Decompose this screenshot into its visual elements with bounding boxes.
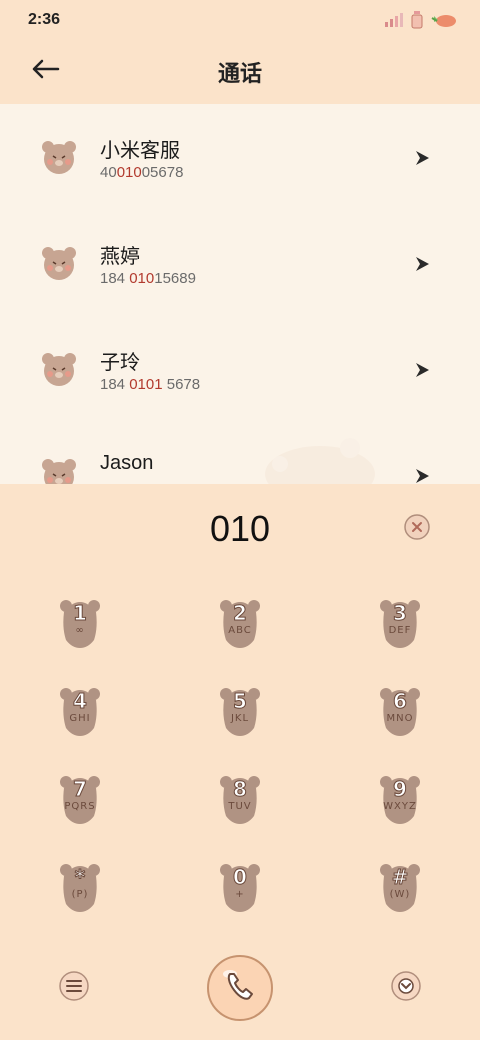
menu-icon bbox=[59, 971, 89, 1001]
number-prefix: 184 bbox=[100, 376, 130, 393]
dial-key-9[interactable]: 9 WXYZ bbox=[378, 774, 422, 826]
key-letters: PQRS bbox=[64, 801, 96, 812]
dial-key-6[interactable]: 6 MNO bbox=[378, 686, 422, 738]
app-header: 通话 bbox=[0, 40, 480, 104]
key-letters: GHI bbox=[69, 713, 91, 724]
menu-button[interactable] bbox=[58, 970, 90, 1002]
number-suffix: 05678 bbox=[141, 164, 184, 181]
wifi-icon bbox=[410, 11, 424, 33]
key-digit: 2 bbox=[233, 601, 248, 626]
dial-panel: 010 1 ∞ 2 ABC 3 DEF 4 GHI 5 JKL 6 MNO 7 PQRS 8 TUV 9 WXYZ… bbox=[0, 484, 480, 1040]
status-time: 2:36 bbox=[28, 11, 61, 28]
key-digit: 0 bbox=[233, 865, 248, 890]
key-letters: WXYZ bbox=[383, 801, 417, 812]
chevron-right-icon[interactable] bbox=[412, 254, 432, 274]
key-digit: 5 bbox=[233, 689, 248, 714]
key-digit: # bbox=[391, 865, 409, 890]
dial-key-8[interactable]: 8 TUV bbox=[218, 774, 262, 826]
bear-avatar-icon bbox=[42, 141, 76, 174]
contact-number: 184 0101 5678 bbox=[100, 376, 200, 393]
collapse-button[interactable] bbox=[390, 970, 422, 1002]
contact-name: 子玲 bbox=[100, 352, 140, 374]
dial-key-star[interactable]: * (P) bbox=[58, 862, 102, 914]
number-prefix: 184 bbox=[100, 270, 130, 287]
key-digit: 7 bbox=[73, 777, 88, 802]
contact-item[interactable]: 小米客服 4001005678 bbox=[0, 104, 480, 210]
number-match: 0101 bbox=[129, 376, 163, 393]
key-letters: (W) bbox=[389, 889, 411, 900]
dial-key-3[interactable]: 3 DEF bbox=[378, 598, 422, 650]
key-letters: ABC bbox=[228, 625, 252, 636]
key-digit: 9 bbox=[393, 777, 408, 802]
signal-icon bbox=[384, 12, 404, 32]
number-suffix: 15689 bbox=[154, 270, 196, 287]
number-prefix: 40 bbox=[100, 164, 117, 181]
key-letters: MNO bbox=[386, 713, 414, 724]
dial-key-1[interactable]: 1 ∞ bbox=[58, 598, 102, 650]
contact-list: 小米客服 4001005678 燕婷 184 01015689 子玲 184 0… bbox=[0, 104, 480, 484]
status-bar: 2:36 bbox=[0, 0, 480, 40]
key-letters: JKL bbox=[230, 713, 250, 724]
key-letters: DEF bbox=[388, 625, 412, 636]
number-match: 010 bbox=[129, 270, 155, 287]
key-digit: 6 bbox=[393, 689, 408, 714]
dial-key-5[interactable]: 5 JKL bbox=[218, 686, 262, 738]
bear-avatar-icon bbox=[42, 353, 76, 386]
battery-icon bbox=[430, 12, 456, 32]
number-match: 010 bbox=[116, 164, 142, 181]
clear-x-icon[interactable] bbox=[404, 514, 430, 540]
chevron-right-icon[interactable] bbox=[412, 466, 432, 484]
dial-key-0[interactable]: 0 + bbox=[218, 862, 262, 914]
dial-key-hash[interactable]: # (W) bbox=[378, 862, 422, 914]
bear-avatar-icon bbox=[42, 247, 76, 280]
key-digit: * bbox=[74, 865, 86, 890]
key-digit: 4 bbox=[73, 689, 88, 714]
contact-item[interactable]: 燕婷 184 01015689 bbox=[0, 210, 480, 316]
key-letters: ∞ bbox=[75, 625, 85, 636]
bear-avatar-icon bbox=[42, 459, 76, 484]
dial-key-4[interactable]: 4 GHI bbox=[58, 686, 102, 738]
key-letters: TUV bbox=[228, 801, 252, 812]
key-digit: 1 bbox=[73, 601, 88, 626]
contact-name: 燕婷 bbox=[100, 246, 140, 268]
chevron-right-icon[interactable] bbox=[412, 148, 432, 168]
number-suffix: 5678 bbox=[162, 376, 201, 393]
key-letters: (P) bbox=[71, 889, 89, 900]
dial-key-2[interactable]: 2 ABC bbox=[218, 598, 262, 650]
call-button[interactable] bbox=[206, 954, 274, 1022]
contact-item[interactable]: Jason bbox=[0, 422, 480, 484]
dial-key-7[interactable]: 7 PQRS bbox=[58, 774, 102, 826]
chevron-right-icon[interactable] bbox=[412, 360, 432, 380]
contact-name: 小米客服 bbox=[100, 140, 180, 162]
page-title: 通话 bbox=[217, 62, 262, 87]
key-letters: + bbox=[235, 889, 245, 900]
key-digit: 3 bbox=[393, 601, 408, 626]
contact-number: 4001005678 bbox=[100, 164, 183, 181]
status-icons bbox=[384, 11, 456, 33]
contact-number: 184 01015689 bbox=[100, 270, 196, 287]
chevron-down-icon bbox=[391, 971, 421, 1001]
contact-item[interactable]: 子玲 184 0101 5678 bbox=[0, 316, 480, 422]
phone-icon bbox=[207, 955, 273, 1021]
contact-name: Jason bbox=[100, 452, 154, 474]
key-digit: 8 bbox=[233, 777, 248, 802]
